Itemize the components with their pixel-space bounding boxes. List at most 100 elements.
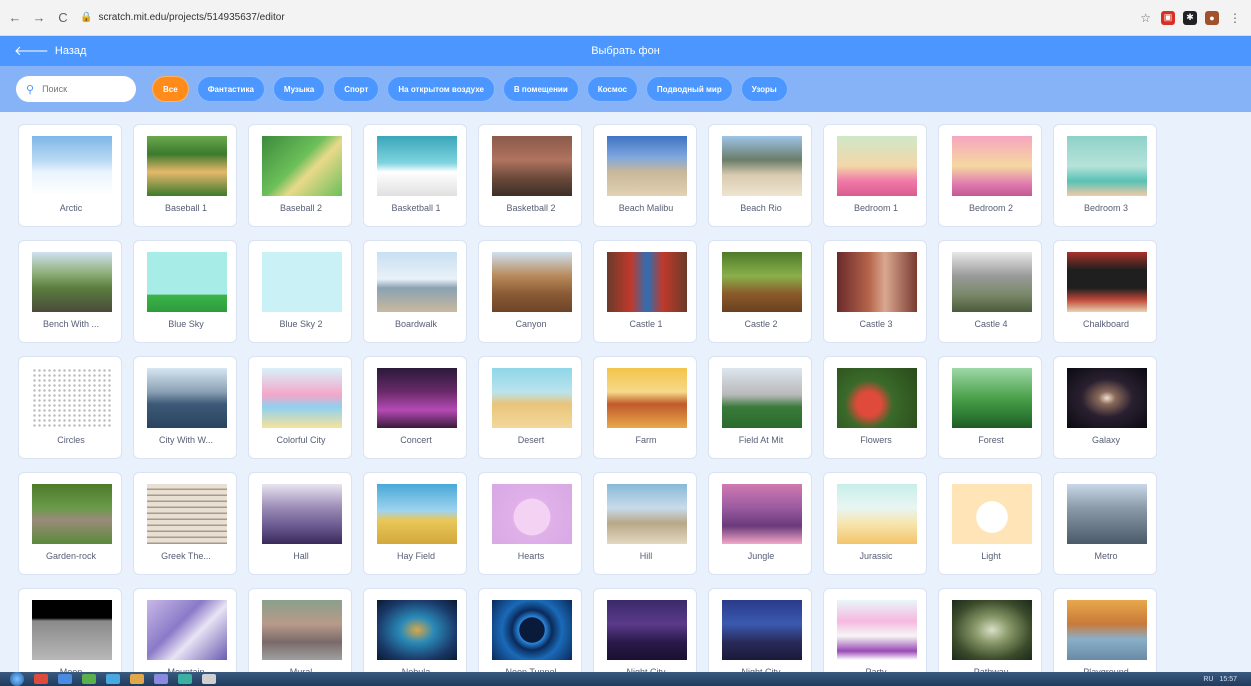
modal-header: 🡐 Назад Выбрать фон <box>0 36 1251 66</box>
backdrop-card[interactable]: Moon <box>18 588 122 672</box>
back-button[interactable]: 🡐 Назад <box>14 43 86 59</box>
backdrop-label: Garden-rock <box>45 551 97 561</box>
backdrop-grid: Arctic Baseball 1 Baseball 2 Basketball 1 Ba… <box>18 124 1157 672</box>
backdrop-card[interactable]: Basketball 2 <box>478 124 582 227</box>
backdrop-card[interactable]: Greek The... <box>133 472 237 575</box>
backdrop-card[interactable]: Night City <box>593 588 697 672</box>
backdrop-label: Beach Malibu <box>618 203 674 213</box>
tag-8[interactable]: Узоры <box>740 76 788 102</box>
taskbar-app-icon[interactable] <box>58 674 72 684</box>
backdrop-card[interactable]: Castle 4 <box>938 240 1042 343</box>
taskbar-app-icon[interactable] <box>202 674 216 684</box>
backdrop-card[interactable]: Galaxy <box>1053 356 1157 459</box>
backdrop-card[interactable]: Bedroom 1 <box>823 124 927 227</box>
backdrop-card[interactable]: Night City <box>708 588 812 672</box>
taskbar-app-icon[interactable] <box>154 674 168 684</box>
backdrop-card[interactable]: Mountain <box>133 588 237 672</box>
backdrop-card[interactable]: Canyon <box>478 240 582 343</box>
backdrop-card[interactable]: Bedroom 3 <box>1053 124 1157 227</box>
backdrop-card[interactable]: Field At Mit <box>708 356 812 459</box>
backdrop-thumbnail <box>32 368 112 428</box>
backdrop-card[interactable]: Party <box>823 588 927 672</box>
backdrop-card[interactable]: Arctic <box>18 124 122 227</box>
backdrop-card[interactable]: Forest <box>938 356 1042 459</box>
backdrop-card[interactable]: Chalkboard <box>1053 240 1157 343</box>
backdrop-card[interactable]: Flowers <box>823 356 927 459</box>
backdrop-card[interactable]: Jungle <box>708 472 812 575</box>
backdrop-card[interactable]: Playground <box>1053 588 1157 672</box>
backdrop-card[interactable]: Circles <box>18 356 122 459</box>
backdrop-label: Blue Sky <box>168 319 204 329</box>
tag-2[interactable]: Музыка <box>272 76 326 102</box>
backdrop-card[interactable]: Colorful City <box>248 356 352 459</box>
tray-language[interactable]: RU <box>1203 676 1213 683</box>
backdrop-thumbnail <box>147 484 227 544</box>
backdrop-thumbnail <box>837 136 917 196</box>
backdrop-card[interactable]: Neon Tunnel <box>478 588 582 672</box>
backdrop-card[interactable]: Farm <box>593 356 697 459</box>
backdrop-card[interactable]: Mural <box>248 588 352 672</box>
backdrop-card[interactable]: Hall <box>248 472 352 575</box>
backdrop-thumbnail <box>147 136 227 196</box>
taskbar-app-icon[interactable] <box>130 674 144 684</box>
backdrop-card[interactable]: Garden-rock <box>18 472 122 575</box>
backdrop-label: Circles <box>57 435 85 445</box>
pdf-extension-icon[interactable]: ▣ <box>1161 10 1175 25</box>
backdrop-thumbnail <box>722 484 802 544</box>
backdrop-card[interactable]: Jurassic <box>823 472 927 575</box>
tag-3[interactable]: Спорт <box>333 76 380 102</box>
backdrop-card[interactable]: Blue Sky 2 <box>248 240 352 343</box>
backdrop-card[interactable]: Castle 2 <box>708 240 812 343</box>
start-button[interactable] <box>10 672 24 686</box>
address-bar[interactable]: 🔒 scratch.mit.edu/projects/514935637/edi… <box>80 6 1140 30</box>
backdrop-label: Jungle <box>747 551 775 561</box>
tag-0[interactable]: Все <box>152 76 189 102</box>
browser-forward-icon[interactable]: → <box>30 9 48 27</box>
backdrop-label: Castle 3 <box>859 319 893 329</box>
backdrop-card[interactable]: Hill <box>593 472 697 575</box>
backdrop-label: Farm <box>635 435 657 445</box>
backdrop-card[interactable]: Desert <box>478 356 582 459</box>
backdrop-thumbnail <box>32 136 112 196</box>
puzzle-extension-icon[interactable]: ✱ <box>1183 10 1197 25</box>
backdrop-card[interactable]: Nebula <box>363 588 467 672</box>
backdrop-label: Baseball 2 <box>279 203 323 213</box>
tag-5[interactable]: В помещении <box>502 76 579 102</box>
tag-4[interactable]: На открытом воздухе <box>387 76 495 102</box>
backdrop-card[interactable]: Metro <box>1053 472 1157 575</box>
backdrop-label: Bedroom 3 <box>1083 203 1129 213</box>
tag-1[interactable]: Фантастика <box>196 76 265 102</box>
backdrop-card[interactable]: Blue Sky <box>133 240 237 343</box>
backdrop-card[interactable]: City With W... <box>133 356 237 459</box>
backdrop-card[interactable]: Hearts <box>478 472 582 575</box>
search-input[interactable] <box>42 84 123 94</box>
backdrop-card[interactable]: Castle 3 <box>823 240 927 343</box>
backdrop-card[interactable]: Light <box>938 472 1042 575</box>
tag-6[interactable]: Космос <box>586 76 638 102</box>
backdrop-card[interactable]: Beach Malibu <box>593 124 697 227</box>
profile-avatar-icon[interactable]: ● <box>1205 10 1219 25</box>
backdrop-card[interactable]: Castle 1 <box>593 240 697 343</box>
backdrop-card[interactable]: Beach Rio <box>708 124 812 227</box>
backdrop-card[interactable]: Hay Field <box>363 472 467 575</box>
taskbar-app-icon[interactable] <box>82 674 96 684</box>
backdrop-card[interactable]: Baseball 1 <box>133 124 237 227</box>
search-box[interactable]: ⚲ <box>16 76 136 102</box>
backdrop-card[interactable]: Bedroom 2 <box>938 124 1042 227</box>
backdrop-card[interactable]: Boardwalk <box>363 240 467 343</box>
bookmark-star-icon[interactable]: ☆ <box>1140 11 1151 25</box>
backdrop-label: Colorful City <box>276 435 326 445</box>
taskbar-app-icon[interactable] <box>106 674 120 684</box>
browser-back-icon[interactable]: ← <box>6 9 24 27</box>
taskbar-app-icon[interactable] <box>178 674 192 684</box>
backdrop-card[interactable]: Baseball 2 <box>248 124 352 227</box>
backdrop-card[interactable]: Bench With ... <box>18 240 122 343</box>
taskbar-app-icon[interactable] <box>34 674 48 684</box>
reload-icon[interactable]: C <box>54 9 72 27</box>
browser-menu-icon[interactable]: ⋮ <box>1229 11 1241 25</box>
backdrop-label: Bench With ... <box>42 319 100 329</box>
backdrop-card[interactable]: Basketball 1 <box>363 124 467 227</box>
backdrop-card[interactable]: Pathway <box>938 588 1042 672</box>
backdrop-card[interactable]: Concert <box>363 356 467 459</box>
tag-7[interactable]: Подводный мир <box>645 76 733 102</box>
